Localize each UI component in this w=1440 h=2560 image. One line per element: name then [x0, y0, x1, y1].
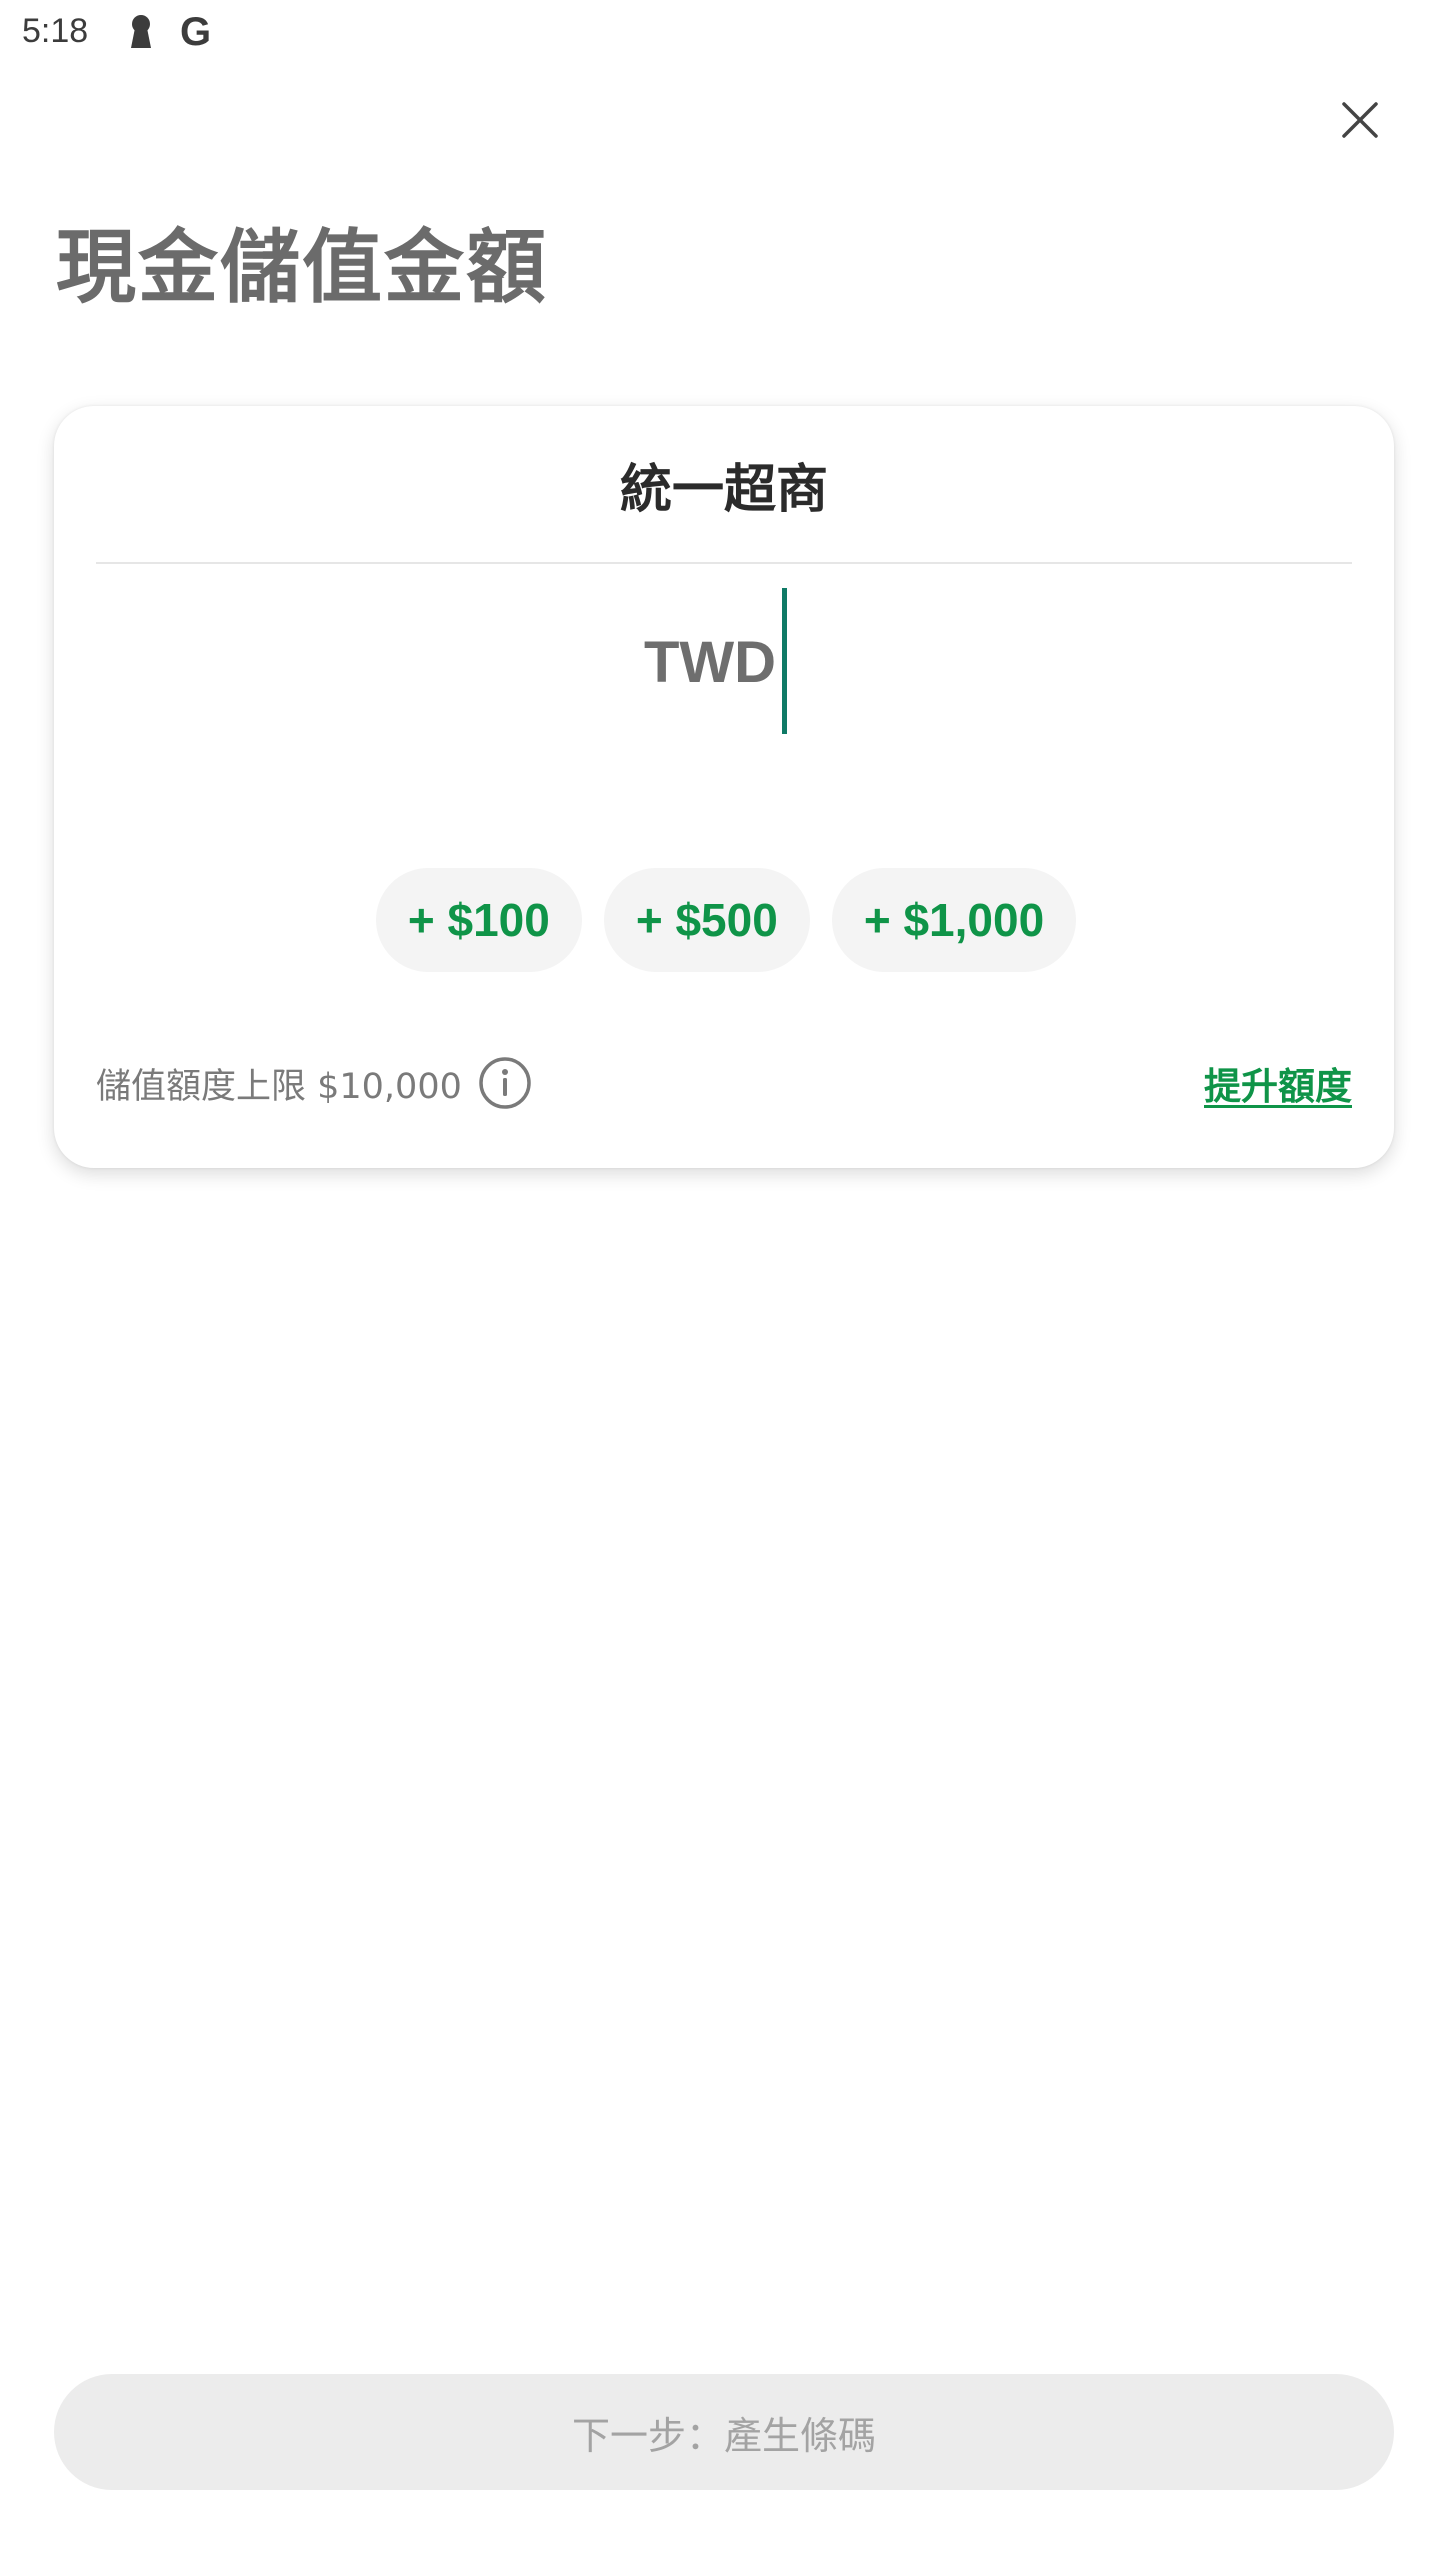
- keyhole-icon: [126, 14, 156, 50]
- close-button[interactable]: [1330, 92, 1390, 152]
- store-name: 統一超商: [619, 460, 828, 520]
- currency-label: TWD: [644, 630, 777, 695]
- add-500-chip[interactable]: + $500: [603, 868, 810, 972]
- text-caret: [782, 588, 787, 734]
- google-g-icon: G: [180, 10, 212, 54]
- amount-row: TWD: [54, 586, 1394, 736]
- add-1000-chip[interactable]: + $1,000: [831, 868, 1077, 972]
- topup-card: 統一超商 TWD + $100 + $500 + $1,000 儲值額度上限 $…: [54, 406, 1394, 1168]
- status-bar: 5:18 G: [0, 0, 1440, 64]
- info-icon[interactable]: [478, 1056, 532, 1110]
- close-icon: [1341, 101, 1379, 143]
- divider: [96, 562, 1352, 564]
- limit-text: 儲值額度上限 $10,000: [96, 1066, 462, 1107]
- quick-add-chips: + $100 + $500 + $1,000: [54, 868, 1394, 972]
- page-title: 現金儲值金額: [56, 221, 548, 314]
- next-generate-barcode-button[interactable]: 下一步：產生條碼: [54, 2374, 1394, 2490]
- raise-limit-link[interactable]: 提升額度: [1204, 1056, 1352, 1110]
- add-100-chip[interactable]: + $100: [375, 868, 582, 972]
- limit-row: 儲值額度上限 $10,000: [96, 1054, 532, 1112]
- amount-input[interactable]: [780, 586, 900, 734]
- status-time: 5:18: [22, 12, 89, 50]
